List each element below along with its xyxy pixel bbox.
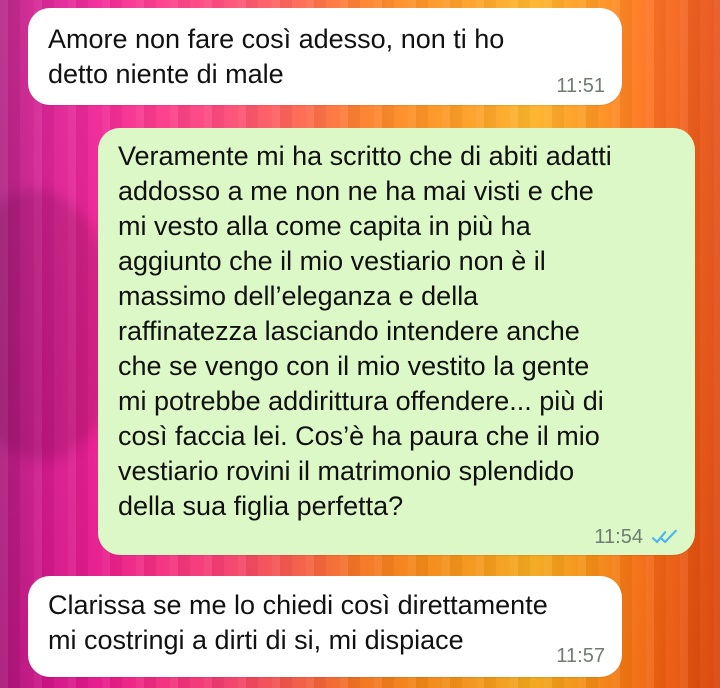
message-time: 11:54 xyxy=(594,526,643,548)
incoming-message-bubble[interactable]: Clarissa se me lo chiedi così direttamen… xyxy=(28,576,622,677)
message-text: Amore non fare così adesso, non ti ho de… xyxy=(48,24,505,89)
message-meta: 11:54 xyxy=(594,527,679,547)
message-text: Veramente mi ha scritto che di abiti ada… xyxy=(118,141,612,521)
incoming-message-bubble[interactable]: Amore non fare così adesso, non ti ho de… xyxy=(28,8,622,105)
message-text: Clarissa se me lo chiedi così direttamen… xyxy=(48,590,548,655)
double-check-read-icon xyxy=(651,528,679,546)
outgoing-message-bubble[interactable]: Veramente mi ha scritto che di abiti ada… xyxy=(98,128,695,555)
